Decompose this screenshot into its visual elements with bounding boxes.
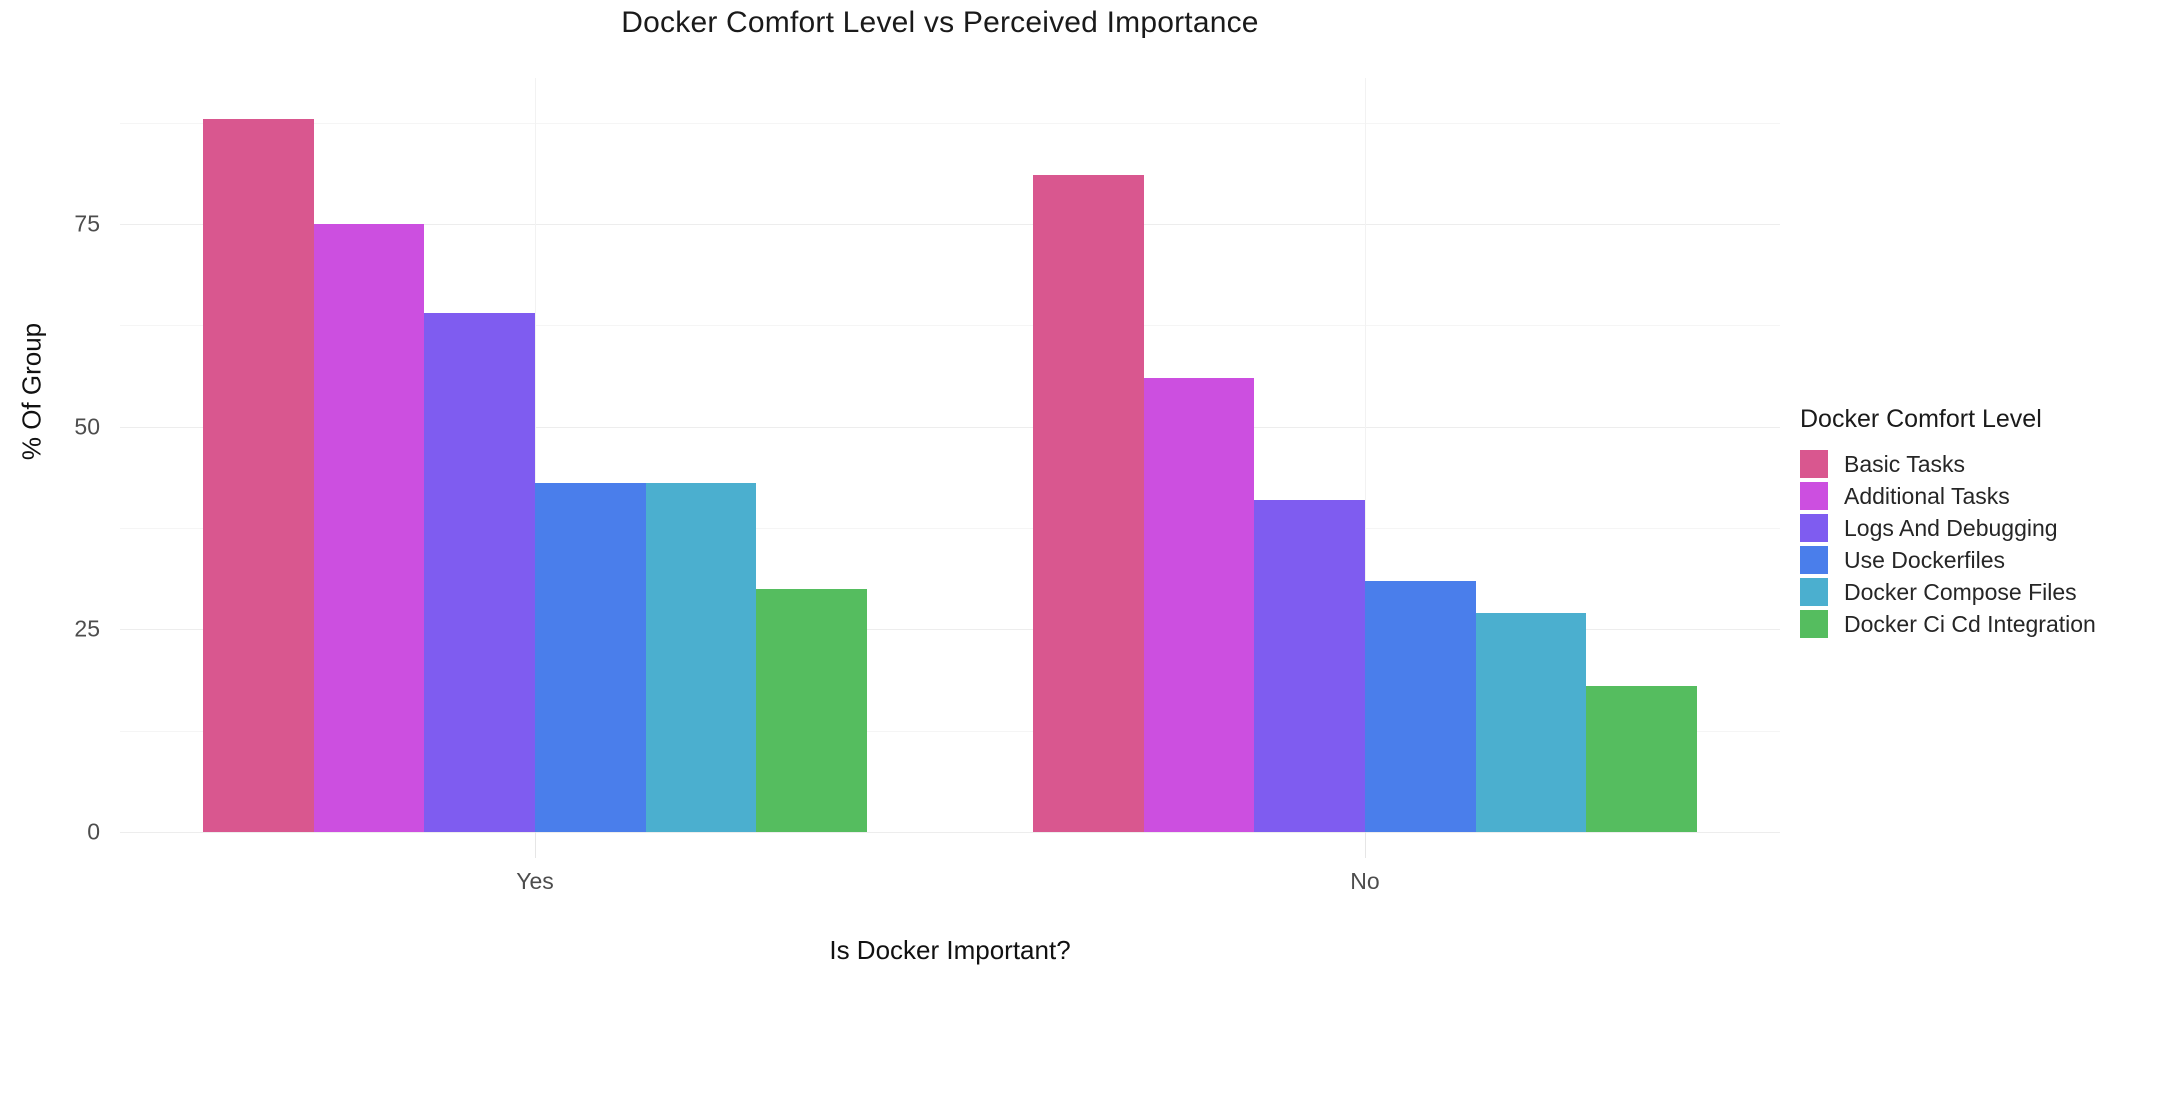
legend-item-label: Use Dockerfiles — [1844, 546, 2006, 573]
bar[interactable] — [1475, 613, 1587, 832]
legend-swatch-icon — [1800, 450, 1828, 478]
legend-title: Docker Comfort Level — [1800, 405, 2042, 433]
bar[interactable] — [1365, 580, 1476, 832]
legend-swatch-icon — [1800, 514, 1828, 542]
chart-title: Docker Comfort Level vs Perceived Import… — [621, 6, 1259, 39]
x-tick-mark — [1365, 832, 1366, 858]
y-axis-title: % Of Group — [16, 322, 47, 461]
bar[interactable] — [1586, 686, 1697, 832]
bars-layer — [120, 78, 1780, 832]
legend-item[interactable]: Logs And Debugging — [1800, 512, 2170, 544]
bar[interactable] — [645, 483, 757, 832]
legend-item-label: Logs And Debugging — [1844, 514, 2058, 541]
plot-area — [120, 78, 1780, 833]
legend-item-label: Docker Compose Files — [1844, 578, 2077, 605]
legend-item-label: Additional Tasks — [1844, 482, 2010, 509]
x-tick-mark — [535, 832, 536, 858]
legend-item[interactable]: Additional Tasks — [1800, 480, 2170, 512]
legend: Docker Comfort Level Basic Tasks Addition… — [1800, 405, 2170, 640]
chart-root: Docker Comfort Level vs Perceived Import… — [0, 0, 2180, 1098]
legend-item[interactable]: Docker Compose Files — [1800, 576, 2170, 608]
legend-item[interactable]: Basic Tasks — [1800, 448, 2170, 480]
bar[interactable] — [203, 118, 314, 832]
bar[interactable] — [313, 223, 425, 832]
legend-item-label: Basic Tasks — [1844, 450, 1966, 477]
bar[interactable] — [756, 588, 867, 832]
bar[interactable] — [535, 483, 646, 832]
y-tick-label: 0 — [87, 818, 100, 845]
legend-item[interactable]: Use Dockerfiles — [1800, 544, 2170, 576]
legend-swatch-icon — [1800, 578, 1828, 606]
bar[interactable] — [1143, 377, 1255, 832]
legend-item[interactable]: Docker Ci Cd Integration — [1800, 608, 2170, 640]
x-tick-label: No — [1350, 868, 1380, 894]
gridline-major — [120, 832, 1780, 833]
x-tick-label: Yes — [516, 868, 554, 894]
bar[interactable] — [424, 313, 535, 832]
bar[interactable] — [1033, 175, 1144, 832]
legend-swatch-icon — [1800, 546, 1828, 574]
legend-item-label: Docker Ci Cd Integration — [1844, 610, 2096, 637]
y-axis-ticks: 0 25 50 75 — [0, 78, 100, 844]
legend-swatch-icon — [1800, 482, 1828, 510]
x-axis-title: Is Docker Important? — [829, 935, 1071, 965]
legend-swatch-icon — [1800, 610, 1828, 638]
bar[interactable] — [1254, 499, 1365, 832]
